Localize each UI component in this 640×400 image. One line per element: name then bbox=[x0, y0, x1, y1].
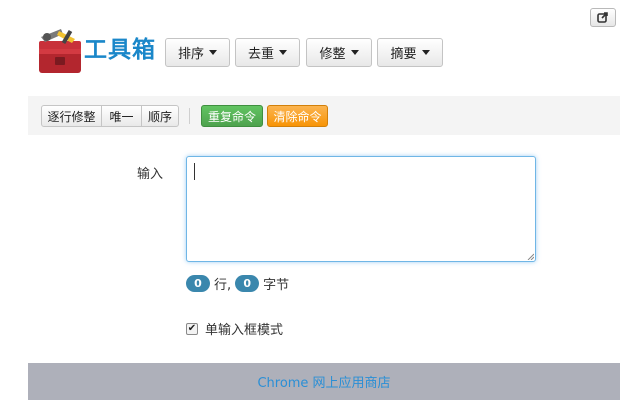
footer: Chrome 网上应用商店 bbox=[28, 363, 620, 400]
share-icon bbox=[597, 12, 608, 23]
sort-dropdown-label: 排序 bbox=[177, 47, 204, 62]
chrome-web-store-link[interactable]: Chrome 网上应用商店 bbox=[257, 372, 390, 391]
dedupe-dropdown[interactable]: 去重 bbox=[235, 38, 300, 67]
page: 工具箱 排序 去重 修整 摘要 逐行修整 唯一 顺序 重复命令 清除命令 输入 … bbox=[0, 0, 640, 400]
byte-count-badge: 0 bbox=[235, 275, 260, 292]
input-label: 输入 bbox=[137, 167, 164, 182]
clear-command-button[interactable]: 清除命令 bbox=[267, 105, 328, 127]
chevron-down-icon bbox=[421, 50, 430, 55]
text-cursor bbox=[194, 163, 195, 180]
trim-lines-button[interactable]: 逐行修整 bbox=[41, 105, 102, 127]
repeat-command-button[interactable]: 重复命令 bbox=[201, 105, 263, 127]
chevron-down-icon bbox=[279, 50, 287, 55]
summary-dropdown-label: 摘要 bbox=[390, 47, 417, 62]
trim-dropdown-label: 修整 bbox=[319, 47, 346, 62]
line-count-unit: 行, bbox=[214, 278, 232, 293]
chevron-down-icon bbox=[209, 50, 217, 55]
toolbox-icon bbox=[39, 29, 81, 73]
share-button[interactable] bbox=[590, 8, 616, 27]
unique-button[interactable]: 唯一 bbox=[101, 105, 142, 127]
chevron-down-icon bbox=[350, 50, 359, 55]
single-input-mode-label: 单输入框模式 bbox=[205, 323, 284, 338]
single-input-mode[interactable]: ✔ 单输入框模式 bbox=[186, 319, 283, 338]
summary-dropdown[interactable]: 摘要 bbox=[377, 38, 443, 67]
dedupe-dropdown-label: 去重 bbox=[247, 47, 274, 62]
order-button[interactable]: 顺序 bbox=[141, 105, 179, 127]
single-input-mode-checkbox[interactable]: ✔ bbox=[186, 322, 198, 335]
resize-handle-icon[interactable] bbox=[526, 252, 534, 260]
input-textarea[interactable] bbox=[186, 156, 536, 262]
sort-dropdown[interactable]: 排序 bbox=[165, 38, 230, 67]
app-title: 工具箱 bbox=[84, 37, 156, 63]
trim-dropdown[interactable]: 修整 bbox=[306, 38, 372, 67]
line-count-badge: 0 bbox=[186, 275, 210, 292]
input-stats: 0 行, 0 字节 bbox=[186, 274, 289, 293]
byte-count-unit: 字节 bbox=[263, 278, 290, 293]
toolbar-divider bbox=[189, 108, 190, 124]
